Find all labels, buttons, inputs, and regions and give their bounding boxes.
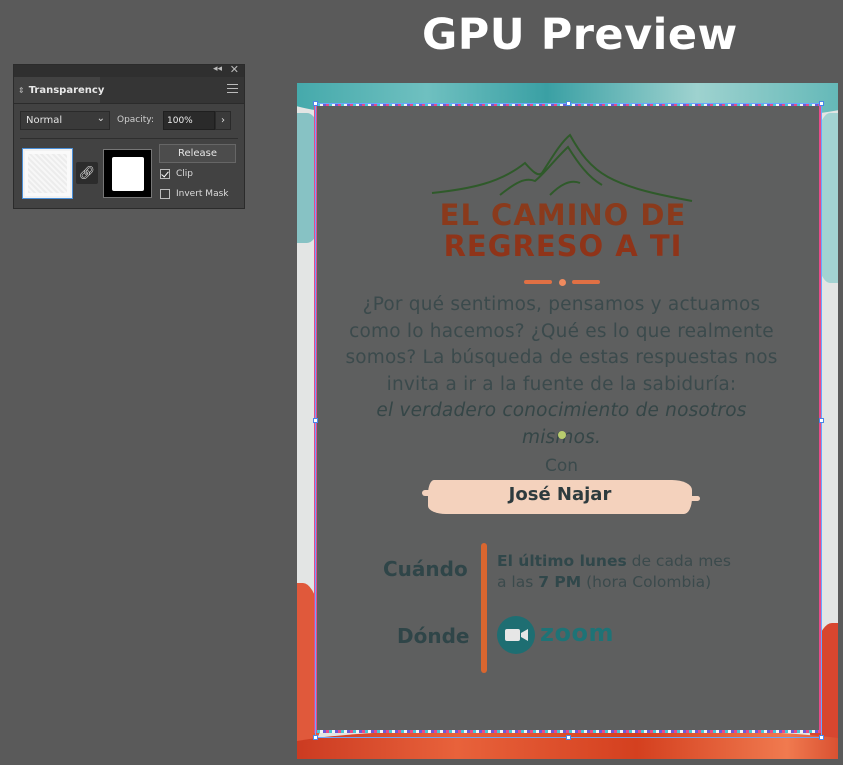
tab-transparency[interactable]: ⇕ Transparency [14,77,104,103]
when-label: Cuándo [383,557,468,581]
when-line2-pre: a las [497,573,539,591]
ornament-right-bar [572,280,600,284]
link-mask-icon[interactable]: 🔗︎ [76,162,98,184]
con-label: Con [544,456,579,476]
tab-toggle-icon[interactable]: ⇕ [18,86,25,95]
panel-title-bar: ◂◂ ✕ [14,63,244,77]
logo-title-line1: EL CAMINO DE [439,198,687,232]
resize-handle-tl[interactable] [313,101,318,106]
release-button[interactable]: Release [159,144,236,163]
vertical-divider [481,543,487,673]
paragraph-line: como lo hacemos? ¿Qué es lo que realment… [349,320,774,342]
close-panel-icon[interactable]: ✕ [230,63,239,76]
ornament-left-bar [524,280,552,284]
when-time: 7 PM [538,573,582,591]
transparency-panel: ◂◂ ✕ ⇕ Transparency Normal ⌄ Opacity: 10… [13,63,245,209]
invert-mask-checkbox-row[interactable]: Invert Mask [160,189,229,199]
artwork-thumbnail[interactable] [22,148,73,199]
when-line2-post: (hora Colombia) [581,573,712,591]
intro-paragraph: ¿Por qué sentimos, pensamos y actuamos c… [334,292,789,451]
resize-handle-bc[interactable] [566,735,571,740]
tab-transparency-label: Transparency [28,84,105,96]
paragraph-emphasis: el verdadero conocimiento de nosotros mi… [376,400,747,448]
when-rest: de cada mes [626,552,731,570]
resize-handle-bl[interactable] [313,735,318,740]
blend-opacity-row: Normal ⌄ Opacity: 100% › [20,111,238,131]
when-details: El último lunes de cada mes a las 7 PM (… [497,551,731,593]
blend-mode-value: Normal [26,115,63,126]
resize-handle-tc[interactable] [566,101,571,106]
where-label: Dónde [397,624,470,648]
collapse-panel-icon[interactable]: ◂◂ [213,64,222,74]
blend-mode-select[interactable]: Normal ⌄ [20,111,110,130]
zoom-camera-icon [497,616,535,654]
resize-handle-br[interactable] [819,735,824,740]
paragraph-line: ¿Por qué sentimos, pensamos y actuamos [362,294,761,315]
panel-tab-bar: ⇕ Transparency [14,77,244,104]
panel-menu-icon[interactable] [227,84,238,96]
paragraph-line: somos? La búsqueda de estas respuestas n… [345,347,778,368]
zoom-logo-text: zoom [540,619,614,647]
opacity-label: Opacity: [117,115,154,125]
resize-handle-mr[interactable] [819,418,824,423]
gpu-preview-title: GPU Preview [422,10,738,60]
host-name: José Najar [508,484,612,505]
panel-divider [20,138,238,139]
invert-mask-checkbox[interactable] [160,189,170,199]
clip-checkbox-row[interactable]: Clip [160,169,193,179]
paragraph-line: invita a ir a la fuente de la sabiduría: [386,373,737,395]
opacity-slider-button[interactable]: › [215,111,231,130]
when-bold: El último lunes [497,552,627,570]
logo-title-line2: REGRESO A TI [443,229,683,263]
resize-handle-tr[interactable] [819,101,824,106]
clip-label: Clip [176,169,193,179]
resize-handle-ml[interactable] [313,418,318,423]
chevron-down-icon: ⌄ [96,113,105,124]
opacity-input[interactable]: 100% [163,111,215,130]
mountain-logo-icon [431,133,693,202]
clip-checkbox[interactable] [160,169,170,179]
invert-mask-label: Invert Mask [176,189,229,199]
mask-thumbnail[interactable] [103,149,152,198]
opacity-value: 100% [167,115,193,126]
green-dot [558,431,566,439]
ornament-dot [559,279,566,286]
